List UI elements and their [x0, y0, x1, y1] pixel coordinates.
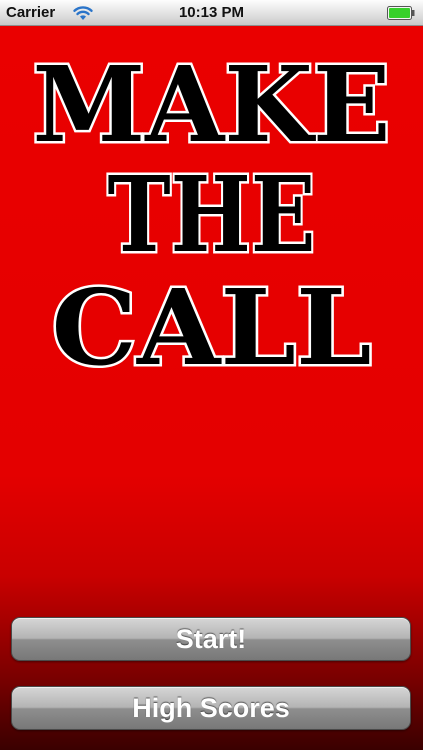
start-button[interactable]: Start! — [11, 617, 411, 661]
status-bar: Carrier 10:13 PM — [0, 0, 423, 26]
status-time: 10:13 PM — [178, 4, 245, 21]
title-line-call: CALL — [52, 266, 372, 386]
main-screen: MAKE THE CALL Start! High Scores — [0, 26, 423, 750]
title-line-make: MAKE — [33, 43, 391, 166]
game-title-logo: MAKE THE CALL — [30, 41, 393, 387]
high-scores-button[interactable]: High Scores — [11, 686, 411, 730]
title-line-the: THE — [108, 153, 316, 276]
battery-icon — [387, 6, 415, 20]
